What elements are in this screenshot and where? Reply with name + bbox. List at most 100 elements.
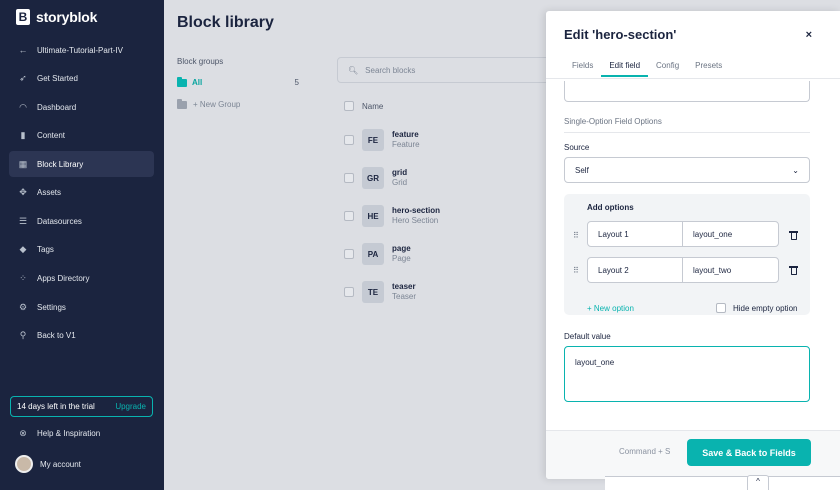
row-checkbox[interactable] [344,287,354,297]
sidebar-item-assets[interactable]: ✥ Assets [9,179,154,205]
sidebar-item-dashboard[interactable]: ◠ Dashboard [9,94,154,120]
tag-icon: ◆ [19,243,27,254]
sidebar-item-datasources[interactable]: ☰ Datasources [9,208,154,234]
sidebar-item-content[interactable]: ▮ Content [9,122,154,148]
sidebar-item-get-started[interactable]: ➶ Get Started [9,65,154,91]
block-badge: FE [362,129,384,151]
table-row[interactable]: FE feature Feature [344,128,420,152]
tab-presets[interactable]: Presets [687,58,730,77]
sidebar-item-label: Dashboard [37,102,77,112]
sidebar-item-label: Settings [37,302,66,312]
storyblok-logo-icon: B [16,9,30,25]
chevron-up-icon[interactable]: ^ [747,475,769,490]
datasources-icon: ☰ [18,215,28,226]
option-value-input[interactable]: layout_one [682,221,779,247]
help-inspiration-link[interactable]: ⊗ Help & Inspiration [9,420,154,446]
trash-icon[interactable] [789,265,798,275]
save-back-to-fields-button[interactable]: Save & Back to Fields [687,439,811,466]
row-checkbox[interactable] [344,173,354,183]
column-name-header: Name [362,101,384,111]
sidebar: B storyblok ← Ultimate-Tutorial-Part-IV … [0,0,164,490]
select-all-checkbox[interactable] [344,101,354,111]
upgrade-link[interactable]: Upgrade [115,402,146,411]
table-row[interactable]: TE teaser Teaser [344,280,416,304]
help-icon: ⊗ [19,427,27,438]
content-icon: ▮ [20,129,26,140]
my-account-link[interactable]: My account [9,451,154,477]
close-icon[interactable]: × [806,29,812,41]
block-group-all[interactable]: All 5 [177,76,299,87]
gear-icon: ⚙ [18,301,28,312]
sidebar-item-block-library[interactable]: ▦ Block Library [9,151,154,177]
sidebar-item-label: Tags [37,244,54,254]
block-name: hero-section [392,206,441,215]
option-value-input[interactable]: layout_two [682,257,779,283]
previous-field-textarea[interactable] [564,81,810,102]
logo[interactable]: B storyblok [16,9,97,25]
block-badge: GR [362,167,384,189]
table-header: Name [344,101,383,111]
trial-text: 14 days left in the trial [17,402,95,411]
source-label: Source [564,143,590,152]
search-icon: 🔍︎ [348,65,359,75]
block-display-name: Teaser [392,292,417,301]
tab-edit-field[interactable]: Edit field [601,58,648,77]
block-name: feature [392,130,419,139]
block-display-name: Hero Section [392,216,439,225]
edit-block-drawer: Edit 'hero-section' × Fields Edit field … [546,11,840,479]
new-option-button[interactable]: + New option [587,304,634,313]
search-placeholder: Search blocks [365,65,416,75]
hide-empty-checkbox[interactable] [716,303,726,313]
option-name-input[interactable]: Layout 2 [587,257,683,283]
block-name: page [392,244,411,253]
block-name: grid [392,168,408,177]
sidebar-item-tags[interactable]: ◆ Tags [9,236,154,262]
bottom-panel-edge [605,476,840,490]
table-row[interactable]: PA page Page [344,242,411,266]
options-panel: Add options ⠿ Layout 1 layout_one ⠿ Layo… [564,194,810,315]
drag-handle-icon[interactable]: ⠿ [573,266,579,275]
block-badge: HE [362,205,384,227]
avatar [15,455,33,473]
v1-icon: ⚲ [19,329,27,340]
default-value-textarea[interactable]: layout_one [564,346,810,402]
brand-name: storyblok [36,9,98,25]
tab-config[interactable]: Config [648,58,687,77]
source-select[interactable]: Self ⌄ [564,157,810,183]
trial-banner: 14 days left in the trial Upgrade [10,396,153,417]
chevron-down-icon: ⌄ [792,165,799,175]
page-title: Block library [177,14,274,31]
new-group-button[interactable]: + New Group [177,98,241,109]
hide-empty-option-toggle[interactable]: Hide empty option [716,303,797,313]
section-divider [564,132,810,133]
table-row[interactable]: GR grid Grid [344,166,407,190]
folder-icon [177,98,187,109]
sidebar-item-apps-directory[interactable]: ⁘ Apps Directory [9,265,154,291]
drawer-title: Edit 'hero-section' [564,27,677,42]
back-to-space-link[interactable]: ← Ultimate-Tutorial-Part-IV [9,37,154,63]
trash-icon[interactable] [789,230,798,240]
sidebar-item-label: Content [37,130,66,140]
tab-fields[interactable]: Fields [564,58,601,77]
account-label: My account [40,459,81,469]
option-name-input[interactable]: Layout 1 [587,221,683,247]
sidebar-item-label: Get Started [37,73,78,83]
row-checkbox[interactable] [344,249,354,259]
drag-handle-icon[interactable]: ⠿ [573,231,579,240]
drawer-tabs: Fields Edit field Config Presets [564,58,730,77]
table-row[interactable]: HE hero-section Hero Section [344,204,440,228]
block-badge: PA [362,243,384,265]
folder-icon [177,76,187,87]
search-blocks-input[interactable]: 🔍︎ Search blocks [337,57,567,83]
add-options-title: Add options [587,203,634,212]
default-value-label: Default value [564,332,611,341]
block-display-name: Page [392,254,411,263]
block-name: teaser [392,282,416,291]
sidebar-item-label: Assets [37,187,62,197]
gauge-icon: ◠ [19,101,27,112]
row-checkbox[interactable] [344,135,354,145]
sidebar-item-back-to-v1[interactable]: ⚲ Back to V1 [9,322,154,348]
new-group-label: + New Group [193,100,241,109]
row-checkbox[interactable] [344,211,354,221]
sidebar-item-settings[interactable]: ⚙ Settings [9,294,154,320]
